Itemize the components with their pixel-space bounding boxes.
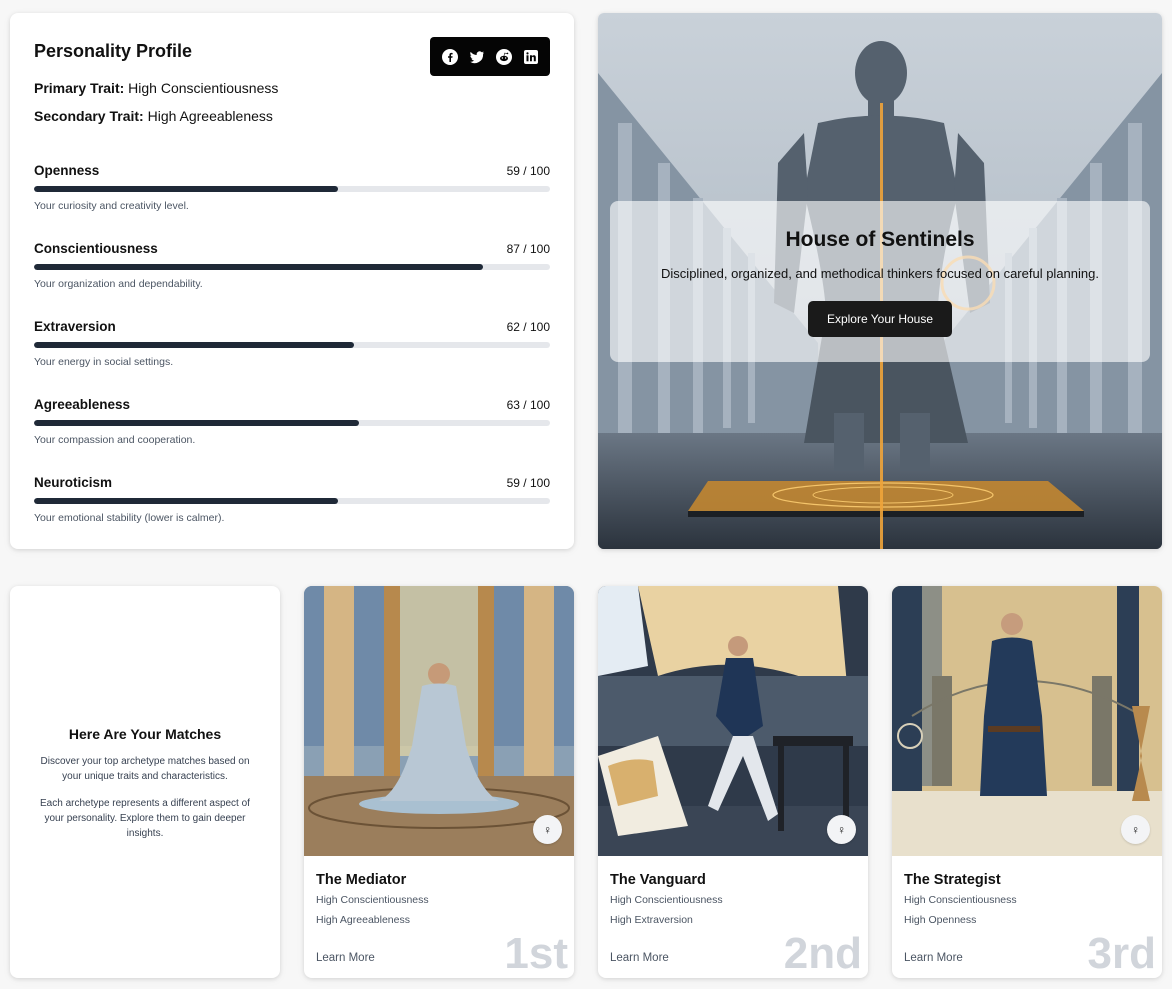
secondary-trait-value: High Agreeableness (147, 108, 273, 124)
archetype-details: The Mediator High Conscientiousness High… (316, 872, 562, 926)
archetype-image (598, 586, 868, 856)
female-gender-icon: ♀ (1121, 815, 1150, 844)
metric-score: 59 / 100 (506, 476, 550, 490)
archetype-trait: High Agreeableness (316, 914, 410, 926)
metric-bar-fill (34, 498, 339, 504)
female-gender-icon: ♀ (827, 815, 856, 844)
metric-bar (34, 420, 550, 426)
metric-name: Agreeableness (34, 397, 131, 412)
metric-bar (34, 498, 550, 504)
metric-bar-fill (34, 186, 339, 192)
metric-bar-fill (34, 420, 360, 426)
metric-bar (34, 342, 550, 348)
metric-name: Neuroticism (34, 475, 113, 490)
metric-bar-fill (34, 264, 483, 270)
house-description: Disciplined, organized, and methodical t… (661, 266, 1099, 281)
primary-trait: Primary Trait: High Conscientiousness (34, 80, 550, 96)
rank-label: 1st (504, 929, 568, 978)
metric-description: Your compassion and cooperation. (34, 434, 196, 446)
share-bar (430, 37, 550, 76)
female-gender-icon: ♀ (533, 815, 562, 844)
metric-score: 63 / 100 (506, 398, 550, 412)
secondary-trait: Secondary Trait: High Agreeableness (34, 108, 550, 124)
archetype-details: The Strategist High Conscientiousness Hi… (904, 872, 1150, 926)
rank-label: 2nd (783, 929, 862, 978)
metric-extraversion: Extraversion 62 / 100 Your energy in soc… (34, 319, 550, 397)
archetype-image (304, 586, 574, 856)
archetype-name: The Strategist (904, 872, 1001, 888)
learn-more-link[interactable]: Learn More (904, 952, 963, 964)
house-overlay-panel: House of Sentinels Disciplined, organize… (610, 201, 1150, 362)
matches-intro-card: Here Are Your Matches Discover your top … (10, 586, 280, 978)
metric-description: Your emotional stability (lower is calme… (34, 512, 225, 524)
personality-profile-card: Personality Profile Primary Trait: High … (10, 13, 574, 549)
archetype-name: The Vanguard (610, 872, 706, 888)
metric-score: 87 / 100 (506, 242, 550, 256)
primary-trait-value: High Conscientiousness (128, 80, 279, 96)
linkedin-icon[interactable] (523, 49, 539, 65)
metric-conscientiousness: Conscientiousness 87 / 100 Your organiza… (34, 241, 550, 319)
metric-description: Your energy in social settings. (34, 356, 174, 368)
learn-more-link[interactable]: Learn More (316, 952, 375, 964)
archetype-trait: High Conscientiousness (610, 894, 723, 906)
explore-house-button[interactable]: Explore Your House (807, 301, 953, 337)
metric-description: Your curiosity and creativity level. (34, 200, 189, 212)
metric-description: Your organization and dependability. (34, 278, 203, 290)
matches-detail-text: Each archetype represents a different as… (40, 798, 250, 839)
learn-more-link[interactable]: Learn More (610, 952, 669, 964)
archetype-trait: High Openness (904, 914, 977, 926)
archetype-card-mediator[interactable]: ♀ The Mediator High Conscientiousness Hi… (304, 586, 574, 978)
metric-neuroticism: Neuroticism 59 / 100 Your emotional stab… (34, 475, 550, 549)
house-title: House of Sentinels (785, 228, 975, 251)
rank-label: 3rd (1087, 929, 1156, 978)
facebook-icon[interactable] (441, 48, 458, 65)
metric-bar (34, 264, 550, 270)
archetype-trait: High Conscientiousness (316, 894, 429, 906)
metric-openness: Openness 59 / 100 Your curiosity and cre… (34, 163, 550, 241)
metric-score: 59 / 100 (506, 164, 550, 178)
archetype-trait: High Extraversion (610, 914, 693, 926)
twitter-icon[interactable] (469, 49, 485, 65)
matches-title: Here Are Your Matches (68, 726, 222, 742)
metric-agreeableness: Agreeableness 63 / 100 Your compassion a… (34, 397, 550, 475)
house-hero-card: House of Sentinels Disciplined, organize… (598, 13, 1162, 549)
secondary-trait-label: Secondary Trait: (34, 108, 144, 124)
metric-name: Openness (34, 163, 100, 178)
archetype-image (892, 586, 1162, 856)
metric-score: 62 / 100 (506, 320, 550, 334)
trait-metrics-list: Openness 59 / 100 Your curiosity and cre… (34, 163, 550, 549)
archetype-trait: High Conscientiousness (904, 894, 1017, 906)
archetype-details: The Vanguard High Conscientiousness High… (610, 872, 856, 926)
archetype-card-vanguard[interactable]: ♀ The Vanguard High Conscientiousness Hi… (598, 586, 868, 978)
archetype-card-strategist[interactable]: ♀ The Strategist High Conscientiousness … (892, 586, 1162, 978)
metric-name: Extraversion (34, 319, 116, 334)
metric-name: Conscientiousness (34, 241, 158, 256)
metric-bar (34, 186, 550, 192)
matches-intro-text: Discover your top archetype matches base… (40, 756, 250, 782)
metric-bar-fill (34, 342, 354, 348)
reddit-icon[interactable] (495, 48, 512, 65)
archetype-name: The Mediator (316, 872, 407, 888)
primary-trait-label: Primary Trait: (34, 80, 125, 96)
